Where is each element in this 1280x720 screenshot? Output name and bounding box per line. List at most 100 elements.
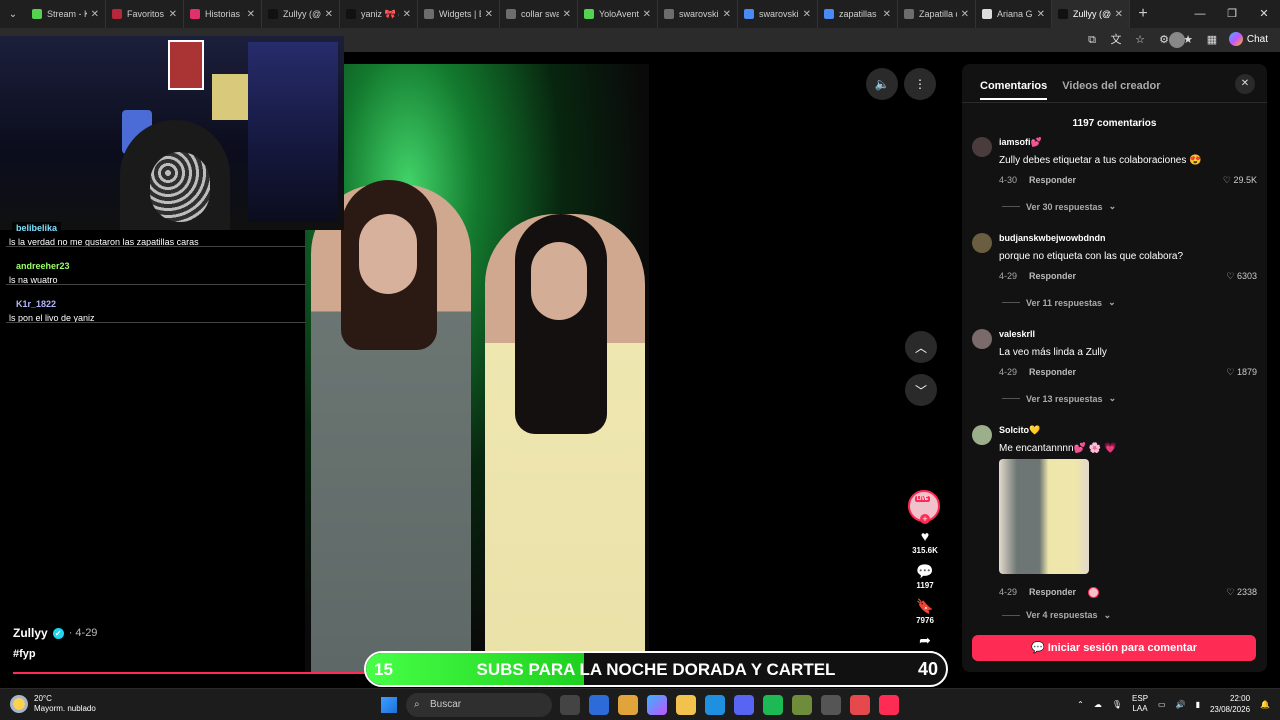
view-replies-button[interactable]: Ver 30 respuestas ⌄ bbox=[1002, 201, 1116, 212]
more-options-button[interactable]: ⋮ bbox=[904, 68, 936, 100]
network-icon[interactable]: ▭ bbox=[1158, 700, 1166, 709]
comment-likes[interactable]: ♡ 29.5K bbox=[1223, 175, 1257, 186]
store-icon[interactable] bbox=[618, 695, 638, 715]
comment-username[interactable]: iamsofi💕 bbox=[999, 137, 1042, 148]
previous-video-button[interactable]: ︿ bbox=[905, 331, 937, 363]
tab-close-icon[interactable]: ✕ bbox=[883, 9, 891, 20]
browser-tab[interactable]: Widgets | E ✕ bbox=[418, 0, 500, 28]
tab-close-icon[interactable]: ✕ bbox=[325, 9, 333, 20]
browser-tab[interactable]: swarovski c ✕ bbox=[738, 0, 818, 28]
comment-username[interactable]: budjanskwbejwowbdndn bbox=[999, 233, 1106, 243]
copilot-app-icon[interactable] bbox=[647, 695, 667, 715]
video-player[interactable] bbox=[305, 64, 649, 672]
settings-gear-icon[interactable] bbox=[821, 695, 841, 715]
tab-close-icon[interactable]: ✕ bbox=[563, 9, 571, 20]
chevron-up-icon[interactable]: ⌃ bbox=[1077, 700, 1084, 709]
close-window-icon[interactable]: ✕ bbox=[1248, 0, 1280, 28]
tab-search-icon[interactable]: ⌄ bbox=[0, 0, 26, 28]
comment-likes[interactable]: ♡ 2338 bbox=[1226, 587, 1257, 598]
discord-icon[interactable] bbox=[734, 695, 754, 715]
view-replies-button[interactable]: Ver 13 respuestas ⌄ bbox=[1002, 393, 1116, 404]
avatar[interactable] bbox=[972, 233, 992, 253]
profile-avatar[interactable] bbox=[1169, 32, 1185, 48]
avatar[interactable] bbox=[972, 425, 992, 445]
tab-creator-videos[interactable]: Videos del creador bbox=[1062, 80, 1160, 100]
video-hashtag[interactable]: #fyp bbox=[13, 648, 97, 660]
close-icon[interactable]: ✕ bbox=[1235, 74, 1255, 94]
language-indicator[interactable]: ESP LAA bbox=[1132, 694, 1148, 714]
comment-likes[interactable]: ♡ 6303 bbox=[1226, 271, 1257, 282]
open-app-icon[interactable]: ⧉ bbox=[1084, 32, 1100, 48]
comment-username[interactable]: Solcito💛 bbox=[999, 425, 1040, 436]
avatar[interactable] bbox=[972, 329, 992, 349]
cloud-icon[interactable]: ☁ bbox=[1094, 700, 1102, 709]
tab-close-icon[interactable]: ✕ bbox=[403, 9, 411, 20]
collections-icon[interactable]: ▦ bbox=[1204, 32, 1220, 48]
browser-tab[interactable]: Zullyy (@zu ✕ bbox=[262, 0, 340, 28]
browser-tab[interactable]: zapatillas lo ✕ bbox=[818, 0, 898, 28]
browser-tab[interactable]: Favoritos | ✕ bbox=[106, 0, 184, 28]
browser-tab[interactable]: swarovski c ✕ bbox=[658, 0, 738, 28]
tab-close-icon[interactable]: ✕ bbox=[485, 9, 493, 20]
tab-close-icon[interactable]: ✕ bbox=[91, 9, 99, 20]
tab-comments[interactable]: Comentarios bbox=[980, 80, 1048, 100]
browser-tab[interactable]: Ariana Gran ✕ bbox=[976, 0, 1052, 28]
translate-icon[interactable]: 文 bbox=[1108, 32, 1124, 48]
clock[interactable]: 22:00 23/08/2026 bbox=[1210, 693, 1250, 715]
notes-app-icon[interactable] bbox=[589, 695, 609, 715]
browser-tab[interactable]: YoloAventu ✕ bbox=[578, 0, 658, 28]
browser-tab[interactable]: Stream - K ✕ bbox=[26, 0, 106, 28]
browser-tab[interactable]: collar swar ✕ bbox=[500, 0, 578, 28]
maximize-icon[interactable]: ❐ bbox=[1216, 0, 1248, 28]
file-explorer-icon[interactable] bbox=[676, 695, 696, 715]
tab-close-icon[interactable]: ✕ bbox=[643, 9, 651, 20]
volume-icon[interactable]: 🔊 bbox=[1176, 700, 1186, 709]
tab-close-icon[interactable]: ✕ bbox=[723, 9, 731, 20]
browser-tab[interactable]: Zapatilla de ✕ bbox=[898, 0, 976, 28]
comment-action[interactable]: 💬 1197 bbox=[905, 563, 945, 590]
new-tab-button[interactable]: + bbox=[1130, 5, 1156, 23]
task-view-icon[interactable] bbox=[560, 695, 580, 715]
browser-tab[interactable]: Zullyy (@zu ✕ bbox=[1052, 0, 1130, 28]
view-replies-button[interactable]: Ver 4 respuestas ⌄ bbox=[1002, 611, 1111, 619]
windows-start-icon[interactable] bbox=[381, 697, 397, 713]
taskbar-search[interactable]: ⌕ Buscar bbox=[406, 693, 552, 717]
browser-tab[interactable]: yaniz 🎀 (@ ✕ bbox=[340, 0, 418, 28]
view-replies-button[interactable]: Ver 11 respuestas ⌄ bbox=[1002, 297, 1116, 308]
reply-button[interactable]: Responder bbox=[1029, 587, 1076, 598]
favorite-star-icon[interactable]: ☆ bbox=[1132, 32, 1148, 48]
tab-close-icon[interactable]: ✕ bbox=[1037, 9, 1045, 20]
tab-favicon-icon bbox=[982, 9, 992, 19]
mic-icon[interactable]: 🎙 bbox=[1112, 700, 1122, 709]
save-action[interactable]: 🔖 7976 bbox=[905, 598, 945, 625]
tiktok-icon[interactable] bbox=[879, 695, 899, 715]
battery-icon[interactable]: ▮ bbox=[1196, 700, 1200, 709]
like-action[interactable]: ♥ 315.6K bbox=[905, 528, 945, 555]
follow-plus-icon[interactable]: + bbox=[920, 514, 930, 524]
author-name[interactable]: Zullyy bbox=[13, 626, 48, 640]
tab-close-icon[interactable]: ✕ bbox=[169, 9, 177, 20]
tab-close-icon[interactable]: ✕ bbox=[1115, 9, 1123, 20]
app-icon[interactable] bbox=[792, 695, 812, 715]
comment-image[interactable] bbox=[999, 459, 1089, 574]
tab-close-icon[interactable]: ✕ bbox=[247, 9, 255, 20]
notification-icon[interactable]: 🔔 bbox=[1260, 700, 1270, 709]
avatar[interactable] bbox=[972, 137, 992, 157]
reply-button[interactable]: Responder bbox=[1029, 367, 1076, 377]
streaming-app-icon[interactable] bbox=[850, 695, 870, 715]
tab-close-icon[interactable]: ✕ bbox=[961, 9, 969, 20]
weather-widget[interactable]: 20°C Mayorm. nublado bbox=[10, 694, 96, 714]
edge-icon[interactable] bbox=[705, 695, 725, 715]
reply-button[interactable]: Responder bbox=[1029, 271, 1076, 281]
spotify-icon[interactable] bbox=[763, 695, 783, 715]
tab-close-icon[interactable]: ✕ bbox=[803, 9, 811, 20]
browser-tab[interactable]: Historias • ✕ bbox=[184, 0, 262, 28]
next-video-button[interactable]: ﹀ bbox=[905, 374, 937, 406]
signin-to-comment-button[interactable]: 💬 Iniciar sesión para comentar bbox=[972, 635, 1256, 661]
comment-likes[interactable]: ♡ 1879 bbox=[1226, 367, 1257, 378]
comment-username[interactable]: valeskrll bbox=[999, 329, 1035, 339]
minimize-icon[interactable]: — bbox=[1184, 0, 1216, 28]
volume-button[interactable]: 🔈 bbox=[866, 68, 898, 100]
chat-button[interactable]: Chat bbox=[1228, 32, 1268, 46]
reply-button[interactable]: Responder bbox=[1029, 175, 1076, 185]
